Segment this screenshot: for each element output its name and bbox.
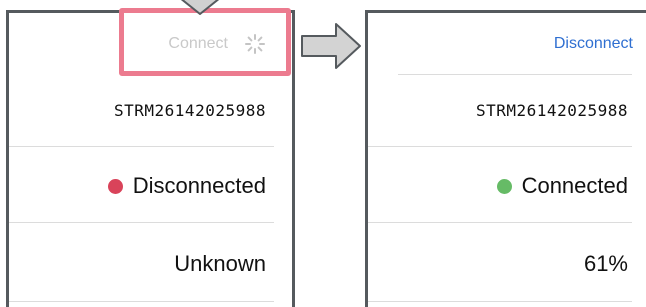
status-row: Disconnected (9, 168, 292, 204)
header-row: Disconnect (368, 27, 646, 61)
serial-number: STRM26142025988 (476, 100, 628, 120)
battery-value: 61% (583, 251, 628, 276)
connection-status: Connected (496, 173, 628, 199)
battery-value: Unknown (174, 251, 266, 276)
down-arrow-icon (178, 0, 222, 25)
disconnect-button[interactable]: Disconnect (554, 35, 633, 53)
after-panel: Disconnect STRM26142025988 Connected 61% (365, 10, 646, 307)
right-arrow-icon (300, 22, 362, 75)
serial-row: STRM26142025988 (368, 93, 646, 127)
divider (368, 146, 632, 147)
status-dot-icon (107, 178, 123, 194)
status-label: Disconnected (132, 173, 266, 198)
divider (368, 222, 632, 223)
battery-row: 61% (368, 246, 646, 282)
serial-number: STRM26142025988 (114, 100, 266, 120)
status-label: Connected (521, 173, 628, 198)
status-row: Connected (368, 168, 646, 204)
divider (9, 222, 274, 223)
serial-row: STRM26142025988 (9, 93, 292, 127)
status-dot-icon (496, 178, 512, 194)
connection-status: Disconnected (107, 173, 266, 199)
battery-row: Unknown (9, 246, 292, 282)
divider (9, 146, 274, 147)
divider (398, 74, 632, 75)
divider (9, 301, 274, 302)
divider (368, 301, 632, 302)
